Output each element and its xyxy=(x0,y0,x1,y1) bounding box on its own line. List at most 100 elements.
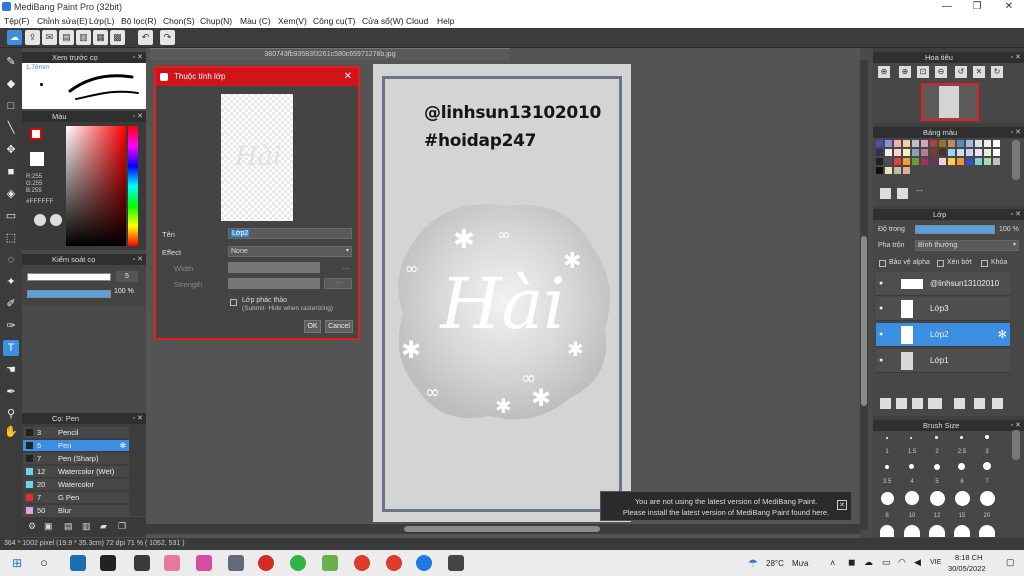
app-icon-6[interactable] xyxy=(322,555,338,571)
panel-controls-icon[interactable]: ▫ ✕ xyxy=(133,111,143,122)
text-tool-icon[interactable]: T xyxy=(3,340,19,356)
layer-name-input[interactable]: Lớp2 xyxy=(228,228,352,239)
layer-menu-icon[interactable] xyxy=(928,398,942,409)
document-icon[interactable]: ▤ xyxy=(59,30,74,45)
zalo-icon[interactable] xyxy=(416,555,432,571)
vertical-scrollbar[interactable] xyxy=(860,60,868,530)
brush-item-watercolor-wet[interactable]: 12 Watercolor (Wet) xyxy=(23,466,129,477)
menu-select[interactable]: Chọn(S) xyxy=(163,16,195,26)
menu-help[interactable]: Help xyxy=(437,16,454,26)
move-tool-icon[interactable]: ✥ xyxy=(3,142,19,158)
color-palette-icon[interactable] xyxy=(50,214,62,226)
redo-icon[interactable]: ↷ xyxy=(160,30,175,45)
clock-time[interactable]: 8:18 CH xyxy=(955,553,983,562)
hand-tool-icon[interactable]: ✋ xyxy=(3,424,19,440)
ok-button[interactable]: OK xyxy=(304,320,321,333)
cancel-button[interactable]: Cancel xyxy=(325,320,353,333)
fit-icon[interactable]: ⊡ xyxy=(917,66,929,78)
document-icon[interactable]: ▥ xyxy=(82,521,91,532)
notification-center-icon[interactable]: ▢ xyxy=(1006,557,1015,568)
brush-menu-icon[interactable]: ▣ xyxy=(44,521,53,532)
folder-icon[interactable] xyxy=(954,398,965,409)
grid-icon[interactable]: ▦ xyxy=(93,30,108,45)
cloud-icon[interactable]: ☁ xyxy=(7,30,22,45)
visibility-icon[interactable]: ● xyxy=(879,272,883,296)
layer-item-selected[interactable]: ● Lớp2 ✻ xyxy=(876,323,1010,347)
lasso-tool-icon[interactable]: ◌ xyxy=(3,252,19,268)
bucket-tool-icon[interactable]: ◈ xyxy=(3,186,19,202)
tray-icon-1[interactable]: ◼ xyxy=(848,557,855,568)
chrome-icon-3[interactable] xyxy=(386,555,402,571)
windows-start-icon[interactable]: ⊞ xyxy=(12,556,22,570)
horizontal-scroll-thumb[interactable] xyxy=(404,526,600,532)
duplicate-layer-icon[interactable] xyxy=(974,398,985,409)
brush-size-value[interactable]: 5 xyxy=(116,271,138,282)
brush-item-pen[interactable]: 5 Pen ✻ xyxy=(23,440,129,451)
zoom-in-icon[interactable]: ⊕ xyxy=(878,66,890,78)
comment-icon[interactable]: ✉ xyxy=(42,30,57,45)
saturation-picker[interactable] xyxy=(66,126,126,246)
rectangle-tool-icon[interactable]: □ xyxy=(3,98,19,114)
strength-value[interactable]: --- xyxy=(324,278,352,289)
duplicate-icon[interactable]: ❐ xyxy=(118,521,126,532)
menu-view[interactable]: Xem(V) xyxy=(278,16,307,26)
hue-slider[interactable] xyxy=(128,126,138,246)
brush-tool-icon[interactable]: ✎ xyxy=(3,54,19,70)
update-notification[interactable]: You are not using the latest version of … xyxy=(600,491,852,521)
draft-layer-checkbox[interactable] xyxy=(230,299,237,306)
rotate-right-icon[interactable]: ↻ xyxy=(991,66,1003,78)
menu-cloud[interactable]: Cloud xyxy=(406,16,428,26)
palette-more[interactable]: --- xyxy=(916,188,923,195)
volume-icon[interactable]: ◀ xyxy=(914,557,921,568)
visibility-icon[interactable]: ● xyxy=(879,297,883,321)
app-icon-1[interactable] xyxy=(70,555,86,571)
menu-tools[interactable]: Công cụ(T) xyxy=(313,16,356,26)
record-icon[interactable] xyxy=(258,555,274,571)
new-8bit-layer-icon[interactable] xyxy=(912,398,923,409)
lock-checkbox[interactable] xyxy=(981,260,988,267)
layer-item[interactable]: ● Lớp3 xyxy=(876,297,1010,321)
magic-wand-icon[interactable]: ✦ xyxy=(3,274,19,290)
notification-close-icon[interactable]: ✕ xyxy=(837,500,847,510)
width-slider[interactable] xyxy=(228,262,320,273)
document-tab[interactable]: 380743fb93583f3261c580c65971278b.jpg xyxy=(150,48,510,60)
camera-icon[interactable] xyxy=(228,555,244,571)
dropper-icon[interactable]: ⚲ xyxy=(3,406,19,422)
horizontal-scrollbar[interactable] xyxy=(146,524,860,534)
page-icon[interactable]: ▥ xyxy=(76,30,91,45)
brush-item-g-pen[interactable]: 7 G Pen xyxy=(23,492,129,503)
menu-capture[interactable]: Chụp(N) xyxy=(200,16,232,26)
palette-scrollbar[interactable] xyxy=(1012,140,1020,180)
effect-select[interactable]: None ▾ xyxy=(228,246,352,257)
panel-controls-icon[interactable]: ▫ ✕ xyxy=(1011,52,1021,63)
brush-item-watercolor[interactable]: 20 Watercolor xyxy=(23,479,129,490)
vertical-scroll-thumb[interactable] xyxy=(861,236,867,406)
chrome-icon[interactable] xyxy=(290,555,306,571)
chrome-icon-2[interactable] xyxy=(354,555,370,571)
search-icon[interactable]: ○ xyxy=(40,555,48,570)
dialog-close-icon[interactable]: ✕ xyxy=(344,68,352,86)
protect-alpha-checkbox[interactable] xyxy=(879,260,886,267)
panel-icon[interactable]: ▩ xyxy=(110,30,125,45)
brush-size-panel[interactable]: 1 1.5 2 2.5 3 3.5 4 5 6 7 8 10 12 15 20 xyxy=(873,431,1024,538)
fill-rect-tool-icon[interactable]: ■ xyxy=(3,164,19,180)
share-icon[interactable]: ⇪ xyxy=(25,30,40,45)
minimize-button[interactable]: — xyxy=(932,0,962,14)
new-halftone-layer-icon[interactable] xyxy=(896,398,907,409)
brush-item-blur[interactable]: 50 Blur xyxy=(23,505,129,516)
menu-edit[interactable]: Chỉnh sửa(E) xyxy=(37,16,88,26)
brush-item-pen-sharp[interactable]: 7 Pen (Sharp) xyxy=(23,453,129,464)
palette-new-icon[interactable] xyxy=(880,188,891,199)
gear-icon[interactable]: ✻ xyxy=(998,323,1007,347)
palette-delete-icon[interactable] xyxy=(897,188,908,199)
brush-size-slider[interactable] xyxy=(27,273,111,281)
strength-slider[interactable] xyxy=(228,278,320,289)
menu-filter[interactable]: Bộ lọc(R) xyxy=(121,16,156,26)
panel-controls-icon[interactable]: ▫ ✕ xyxy=(1011,127,1021,138)
brush-opacity-slider[interactable] xyxy=(27,290,111,298)
app-icon-5[interactable] xyxy=(196,555,212,571)
select-tool-icon[interactable]: ⬚ xyxy=(3,230,19,246)
zoom-out-icon[interactable]: ⊕ xyxy=(899,66,911,78)
layer-opacity-slider[interactable] xyxy=(915,225,995,234)
undo-icon[interactable]: ↶ xyxy=(138,30,153,45)
